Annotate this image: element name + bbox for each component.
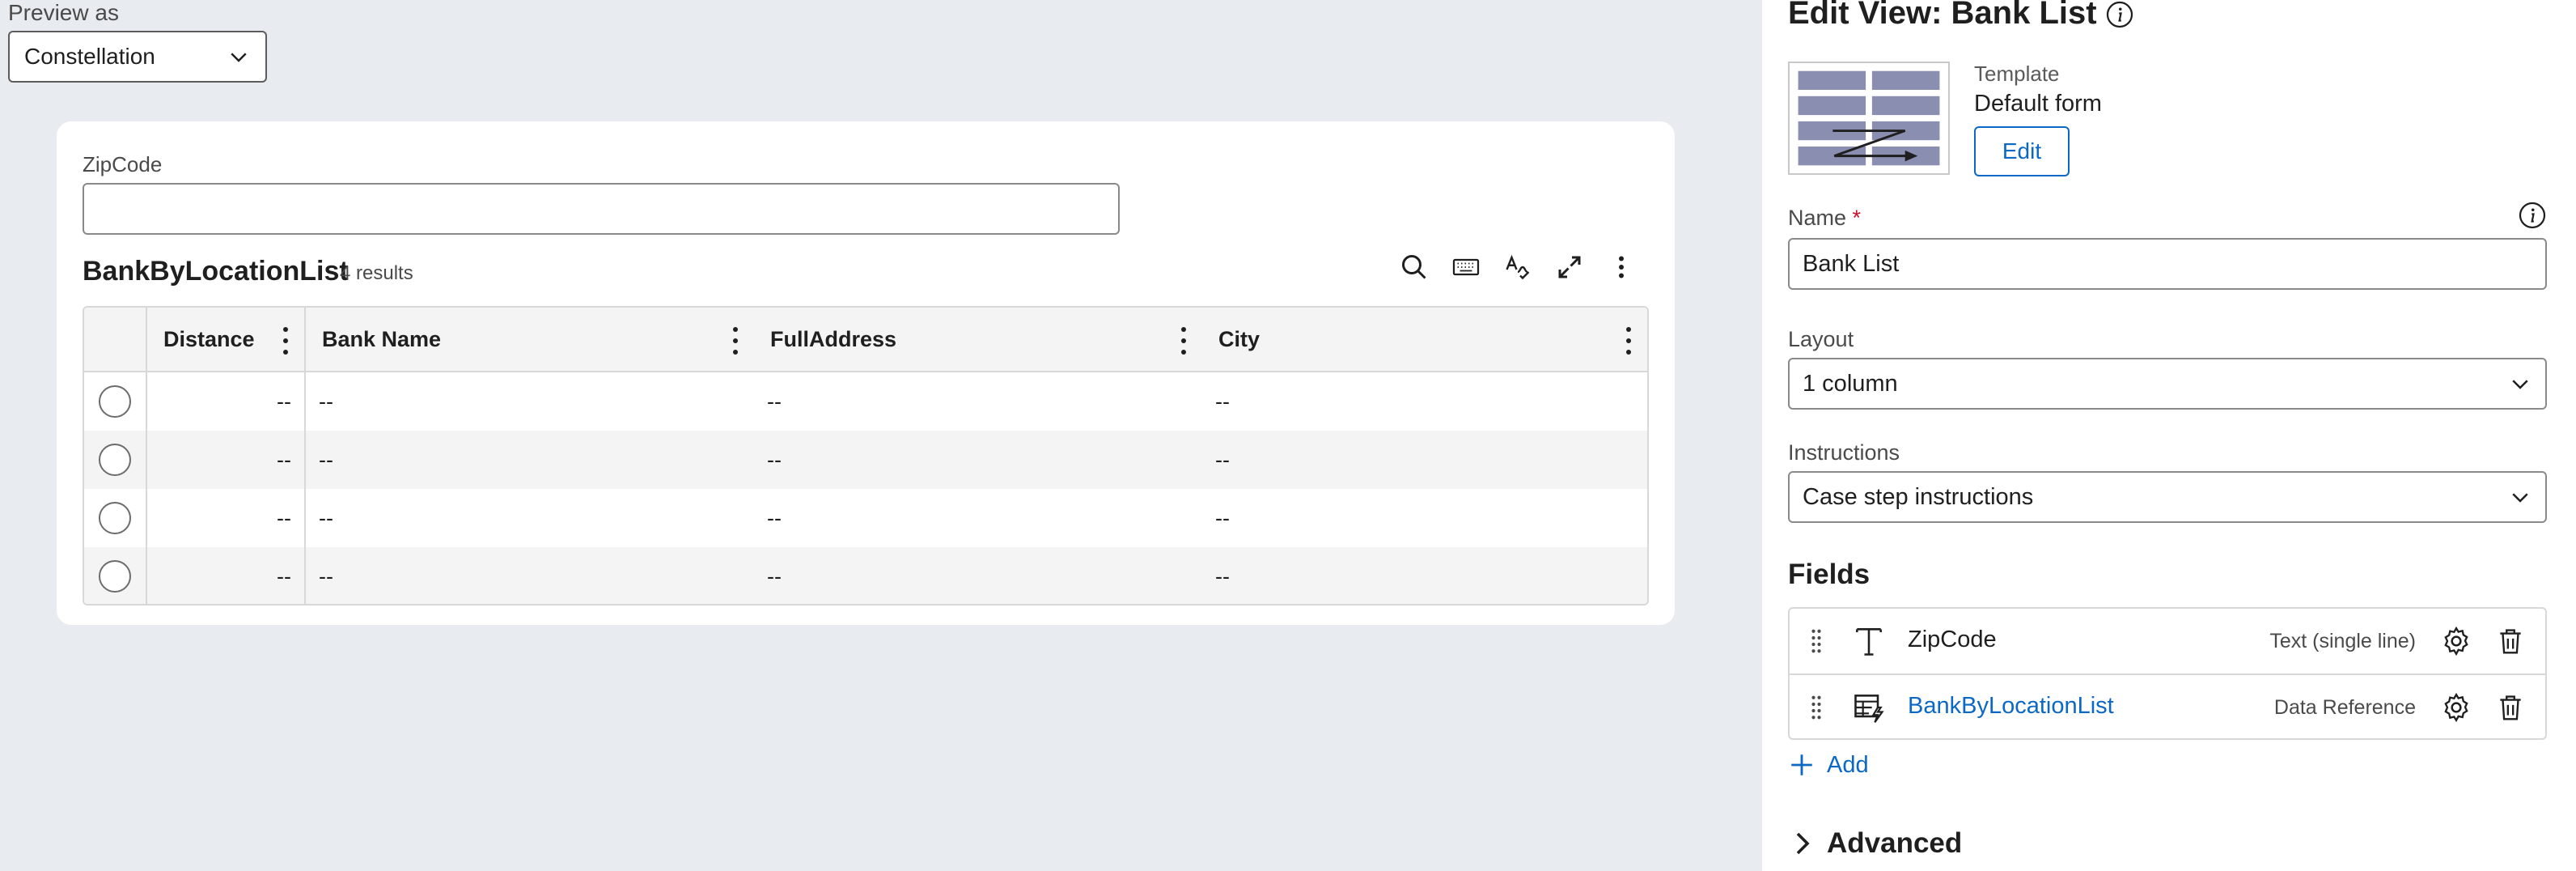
column-header-bank-name[interactable]: Bank Name	[306, 308, 754, 371]
template-label: Template	[1974, 62, 2060, 86]
preview-as-value: Constellation	[24, 44, 155, 69]
data-reference-icon	[1854, 695, 1884, 723]
template-value: Default form	[1974, 91, 2102, 117]
fields-heading: Fields	[1788, 559, 1871, 590]
list-toolbar	[1398, 251, 1638, 283]
layout-select[interactable]: 1 column	[1788, 358, 2547, 410]
bank-list-table: Distance Bank Name FullAddress City -- -…	[83, 306, 1649, 605]
drag-handle-icon[interactable]	[1811, 695, 1822, 720]
table-cell: --	[319, 563, 333, 588]
chevron-down-icon	[231, 53, 247, 62]
drag-handle-icon[interactable]	[1811, 628, 1822, 654]
column-header-distance[interactable]: Distance	[147, 308, 306, 371]
instructions-select[interactable]: Case step instructions	[1788, 471, 2547, 523]
preview-as-label: Preview as	[8, 0, 119, 25]
table-cell: --	[1215, 563, 1230, 588]
gear-icon[interactable]	[2440, 625, 2472, 657]
search-icon[interactable]	[1398, 251, 1430, 283]
table-cell: --	[767, 505, 782, 530]
row-select-radio[interactable]	[99, 560, 131, 593]
chevron-down-icon	[2512, 380, 2528, 389]
add-field-button[interactable]: Add	[1788, 751, 1869, 779]
list-title: BankByLocationList	[83, 256, 349, 287]
template-thumbnail	[1788, 62, 1950, 175]
gear-icon[interactable]	[2440, 691, 2472, 724]
more-icon[interactable]	[1605, 251, 1638, 283]
table-cell: --	[767, 447, 782, 472]
info-icon[interactable]	[2105, 0, 2134, 29]
spellcheck-icon[interactable]	[1502, 251, 1534, 283]
table-cell: --	[1215, 389, 1230, 414]
required-marker: *	[1852, 206, 1862, 230]
table-cell: --	[147, 372, 306, 431]
trash-icon[interactable]	[2495, 625, 2526, 657]
row-select-radio[interactable]	[99, 502, 131, 534]
preview-as-select[interactable]: Constellation	[8, 31, 267, 83]
field-type: Text (single line)	[2269, 630, 2416, 652]
column-header-label: Distance	[163, 326, 255, 351]
plus-icon	[1791, 754, 1812, 775]
column-menu-icon[interactable]	[1625, 327, 1633, 355]
field-name: ZipCode	[1908, 627, 1997, 652]
row-select-radio[interactable]	[99, 444, 131, 476]
chevron-right-icon	[1796, 832, 1810, 855]
layout-select-value: 1 column	[1803, 370, 1898, 397]
table-cell: --	[767, 389, 782, 414]
instructions-label: Instructions	[1788, 440, 1900, 465]
table-cell: --	[147, 431, 306, 489]
default-form-template-icon	[1798, 70, 1940, 166]
table-cell: --	[319, 505, 333, 530]
field-row[interactable]: ZipCode Text (single line)	[1790, 609, 2545, 673]
text-type-icon	[1856, 628, 1882, 656]
column-header-full-address[interactable]: FullAddress	[754, 308, 1202, 371]
fields-list: ZipCode Text (single line) BankByLocatio…	[1788, 607, 2547, 740]
field-row[interactable]: BankByLocationList Data Reference	[1790, 673, 2545, 738]
zipcode-label: ZipCode	[83, 152, 163, 176]
edit-template-button[interactable]: Edit	[1974, 126, 2070, 176]
select-column-header	[84, 308, 147, 371]
list-result-count: 4 results	[340, 262, 413, 284]
field-type: Data Reference	[2273, 696, 2416, 719]
table-cell: --	[147, 547, 306, 604]
field-name-link[interactable]: BankByLocationList	[1908, 693, 2114, 720]
info-icon[interactable]	[2518, 201, 2547, 230]
column-header-label: City	[1218, 326, 1260, 351]
table-cell: --	[319, 447, 333, 472]
row-select-radio[interactable]	[99, 385, 131, 418]
column-menu-icon[interactable]	[1180, 327, 1188, 355]
column-header-label: Bank Name	[322, 326, 442, 351]
table-row[interactable]: -- -- -- --	[84, 372, 1647, 431]
table-cell: --	[767, 563, 782, 588]
trash-icon[interactable]	[2495, 691, 2526, 724]
keyboard-icon[interactable]	[1450, 251, 1482, 283]
table-row[interactable]: -- -- -- --	[84, 547, 1647, 604]
instructions-select-value: Case step instructions	[1803, 483, 2034, 510]
table-cell: --	[1215, 447, 1230, 472]
advanced-label: Advanced	[1827, 827, 1963, 859]
zipcode-input[interactable]	[83, 183, 1120, 235]
edit-view-panel: Edit View: Bank List Template Default fo…	[1762, 0, 2576, 871]
column-menu-icon[interactable]	[282, 327, 290, 355]
table-row[interactable]: -- -- -- --	[84, 489, 1647, 547]
name-input[interactable]: Bank List	[1788, 238, 2547, 290]
table-header: Distance Bank Name FullAddress City	[84, 308, 1647, 372]
table-cell: --	[147, 489, 306, 547]
table-cell: --	[1215, 505, 1230, 530]
chevron-down-icon	[2512, 493, 2528, 503]
advanced-section-toggle[interactable]: Advanced	[1793, 827, 1962, 860]
table-cell: --	[319, 389, 333, 414]
column-menu-icon[interactable]	[731, 327, 739, 355]
form-preview-card: ZipCode BankByLocationList 4 results Dis…	[57, 121, 1675, 625]
name-label-text: Name	[1788, 206, 1847, 230]
name-label: Name *	[1788, 206, 1861, 231]
table-row[interactable]: -- -- -- --	[84, 431, 1647, 489]
panel-title: Edit View: Bank List	[1788, 0, 2097, 31]
preview-area: Preview as Constellation ZipCode BankByL…	[0, 0, 1762, 871]
name-input-value: Bank List	[1803, 250, 1900, 277]
add-field-label: Add	[1827, 751, 1869, 778]
expand-icon[interactable]	[1553, 251, 1586, 283]
column-header-label: FullAddress	[770, 326, 897, 351]
column-header-city[interactable]: City	[1202, 308, 1647, 371]
layout-label: Layout	[1788, 327, 1854, 351]
